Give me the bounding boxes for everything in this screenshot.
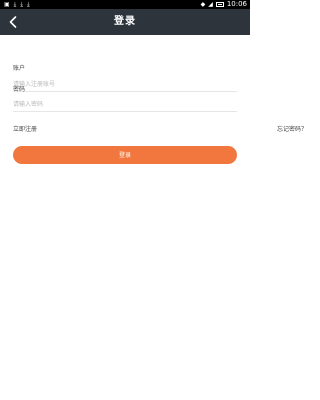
password-input[interactable] [13, 98, 237, 110]
wifi-icon: ◆ [200, 1, 206, 8]
title-bar: 登录 [0, 9, 250, 35]
battery-icon [215, 2, 224, 7]
download-icon: ⤓ [13, 1, 17, 8]
account-input[interactable] [13, 78, 237, 90]
password-label: 密码 [13, 86, 26, 93]
download-icon: ⤓ [26, 1, 30, 8]
register-link[interactable]: 立即注册 [13, 124, 37, 133]
password-divider [13, 111, 237, 112]
status-left-icons: ▣ ⤓ ⤓ ⤓ [4, 0, 30, 9]
app-icon: ▣ [4, 1, 10, 8]
account-divider [13, 91, 237, 92]
forgot-password-link[interactable]: 忘记密码？ [277, 124, 307, 133]
account-label: 账户 [13, 65, 26, 72]
signal-icon: ◢ [208, 1, 213, 8]
status-bar: ▣ ⤓ ⤓ ⤓ ◆ ◢ 10:06 [0, 0, 250, 9]
status-right-icons: ◆ ◢ 10:06 [201, 0, 247, 9]
status-time: 10:06 [226, 0, 247, 8]
download-icon: ⤓ [20, 1, 23, 8]
login-button[interactable]: 登录 [13, 146, 237, 164]
page-title: 登录 [114, 16, 136, 27]
